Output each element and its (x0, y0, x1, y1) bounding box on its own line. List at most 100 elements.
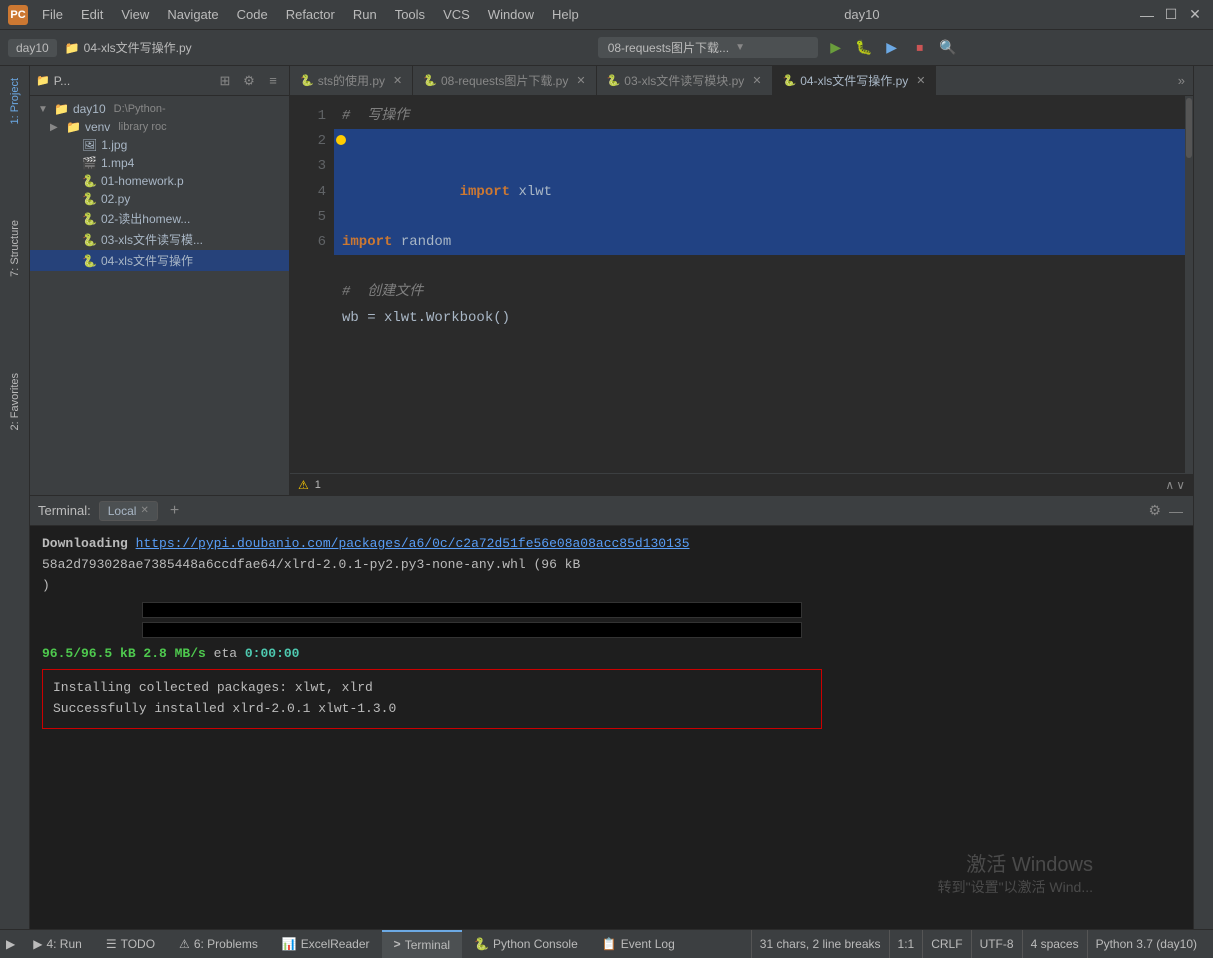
tab-icon-sts: 🐍 (300, 74, 314, 87)
status-tab-excelreader[interactable]: 📊 ExcelReader (270, 930, 382, 958)
terminal-add-button[interactable]: + (166, 502, 183, 520)
tab-close-sts[interactable]: ✕ (393, 74, 402, 87)
project-icon: 📁 (36, 74, 50, 87)
terminal-download-link[interactable]: https://pypi.doubanio.com/packages/a6/0c… (136, 536, 690, 551)
coverage-button[interactable]: ▶ (880, 36, 904, 60)
tab-close-requests[interactable]: ✕ (576, 74, 585, 87)
terminal-tab-close[interactable]: ✕ (140, 505, 148, 516)
position-info[interactable]: 1:1 (889, 930, 923, 958)
code-content[interactable]: # 写操作 import xlwt import random # 创建文件 w… (334, 96, 1185, 473)
tree-file-02py[interactable]: 🐍 02.py (30, 190, 289, 208)
status-expand-icon[interactable]: ▶ (6, 937, 15, 951)
line-numbers: 1 2 3 4 5 6 (290, 96, 334, 473)
tree-file-02read[interactable]: 🐍 02-读出homew... (30, 208, 289, 229)
maximize-button[interactable]: ☐ (1161, 5, 1181, 25)
terminal-install-line2: Successfully installed xlrd-2.0.1 xlwt-1… (53, 699, 811, 720)
tab-requests[interactable]: 🐍 08-requests图片下载.py ✕ (413, 66, 596, 96)
close-button[interactable]: ✕ (1185, 5, 1205, 25)
run-button[interactable]: ▶ (824, 36, 848, 60)
menu-refactor[interactable]: Refactor (278, 5, 343, 24)
project-label: day10 (8, 39, 57, 57)
terminal-settings-button[interactable]: ⚙ (1146, 500, 1163, 521)
tab-icon-requests: 🐍 (423, 74, 437, 87)
tree-gear-button[interactable]: ⚙ (239, 71, 259, 91)
tree-file-04xls[interactable]: 🐍 04-xls文件写操作 (30, 250, 289, 271)
debug-button[interactable]: 🐛 (852, 36, 876, 60)
warning-down-arrow[interactable]: ∨ (1176, 478, 1185, 492)
tree-root[interactable]: ▼ 📁 day10 D:\Python- (30, 100, 289, 118)
status-tab-terminal[interactable]: > Terminal (382, 930, 463, 958)
tree-collapse-button[interactable]: ⊞ (215, 71, 235, 91)
menu-edit[interactable]: Edit (73, 5, 111, 24)
menu-bar: File Edit View Navigate Code Refactor Ru… (34, 5, 587, 24)
toolbar-icons: ▶ 🐛 ▶ ⏹ 🔍 (824, 36, 960, 60)
indent-info[interactable]: 4 spaces (1022, 930, 1087, 958)
status-tab-todo[interactable]: ☰ TODO (94, 930, 167, 958)
sidebar-tab-structure[interactable]: 7: Structure (5, 212, 25, 285)
expand-icon: ▼ (38, 104, 50, 115)
tree-content: ▼ 📁 day10 D:\Python- ▶ 📁 venv library ro… (30, 96, 289, 495)
terminal-tab-local[interactable]: Local ✕ (99, 501, 158, 521)
excel-tab-icon: 📊 (282, 937, 297, 951)
interpreter-info[interactable]: Python 3.7 (day10) (1087, 930, 1205, 958)
tree-file-1mp4[interactable]: 🎬 1.mp4 (30, 154, 289, 172)
titlebar: PC File Edit View Navigate Code Refactor… (0, 0, 1213, 30)
terminal-minimize-button[interactable]: — (1167, 501, 1185, 521)
root-label: day10 (73, 102, 106, 116)
status-tab-eventlog[interactable]: 📋 Event Log (590, 930, 687, 958)
scrollbar-thumb[interactable] (1186, 98, 1192, 158)
tree-file-1jpg[interactable]: 🖼 1.jpg (30, 136, 289, 154)
todo-tab-label: TODO (121, 937, 155, 951)
tree-venv[interactable]: ▶ 📁 venv library roc (30, 118, 289, 136)
sidebar-tab-project[interactable]: 1: Project (5, 70, 25, 132)
code-line-4 (334, 255, 1185, 280)
stop-button[interactable]: ⏹ (908, 36, 932, 60)
search-everywhere-button[interactable]: 🔍 (936, 36, 960, 60)
tree-header-label: P... (54, 74, 211, 88)
eventlog-label: Event Log (621, 937, 675, 951)
tree-hide-button[interactable]: ≡ (263, 71, 283, 91)
menu-view[interactable]: View (113, 5, 157, 24)
left-sidebar: 1: Project 7: Structure 2: Favorites (0, 66, 30, 929)
warning-icon: ⚠ (298, 478, 309, 492)
menu-help[interactable]: Help (544, 5, 587, 24)
code-editor: 🐍 sts的使用.py ✕ 🐍 08-requests图片下载.py ✕ 🐍 0… (290, 66, 1193, 495)
terminal-body[interactable]: Downloading https://pypi.doubanio.com/pa… (30, 526, 1193, 929)
py-icon-4: 🐍 (82, 233, 97, 247)
tree-file-03xls[interactable]: 🐍 03-xls文件读写模... (30, 229, 289, 250)
menu-navigate[interactable]: Navigate (159, 5, 226, 24)
status-tab-run[interactable]: ▶ 4: Run (21, 930, 94, 958)
problems-tab-label: 6: Problems (194, 937, 258, 951)
tab-icon-04xls: 🐍 (783, 74, 797, 87)
window-title: day10 (587, 7, 1137, 22)
navbar: day10 📁 04-xls文件写操作.py 08-requests图片下载..… (0, 30, 1213, 66)
sidebar-tab-favorites[interactable]: 2: Favorites (5, 365, 25, 438)
tab-icon-03xls: 🐍 (607, 74, 621, 87)
venv-label: venv (85, 120, 110, 134)
terminal-install-box: Installing collected packages: xlwt, xlr… (42, 669, 822, 729)
tab-04xls[interactable]: 🐍 04-xls文件写操作.py ✕ (773, 66, 937, 96)
menu-code[interactable]: Code (229, 5, 276, 24)
run-config-dropdown[interactable]: 08-requests图片下载... ▼ (598, 37, 818, 58)
line-ending-info[interactable]: CRLF (922, 930, 970, 958)
menu-run[interactable]: Run (345, 5, 385, 24)
vertical-scrollbar[interactable] (1185, 96, 1193, 473)
encoding-info[interactable]: UTF-8 (971, 930, 1022, 958)
more-tabs-button[interactable]: » (1170, 73, 1193, 88)
tab-close-04xls[interactable]: ✕ (916, 74, 925, 87)
menu-tools[interactable]: Tools (387, 5, 433, 24)
menu-window[interactable]: Window (480, 5, 542, 24)
terminal-tabs: Terminal: Local ✕ + ⚙ — (30, 496, 1193, 526)
menu-file[interactable]: File (34, 5, 71, 24)
tree-file-01homework[interactable]: 🐍 01-homework.p (30, 172, 289, 190)
window-controls: — ☐ ✕ (1137, 5, 1205, 25)
tab-03xls[interactable]: 🐍 03-xls文件读写模块.py ✕ (597, 66, 773, 96)
menu-vcs[interactable]: VCS (435, 5, 478, 24)
status-tab-python-console[interactable]: 🐍 Python Console (462, 930, 590, 958)
eventlog-icon: 📋 (602, 937, 617, 951)
tab-sts[interactable]: 🐍 sts的使用.py ✕ (290, 66, 413, 96)
tab-close-03xls[interactable]: ✕ (752, 74, 761, 87)
minimize-button[interactable]: — (1137, 5, 1157, 25)
warning-up-arrow[interactable]: ∧ (1165, 478, 1174, 492)
status-tab-problems[interactable]: ⚠ 6: Problems (167, 930, 270, 958)
